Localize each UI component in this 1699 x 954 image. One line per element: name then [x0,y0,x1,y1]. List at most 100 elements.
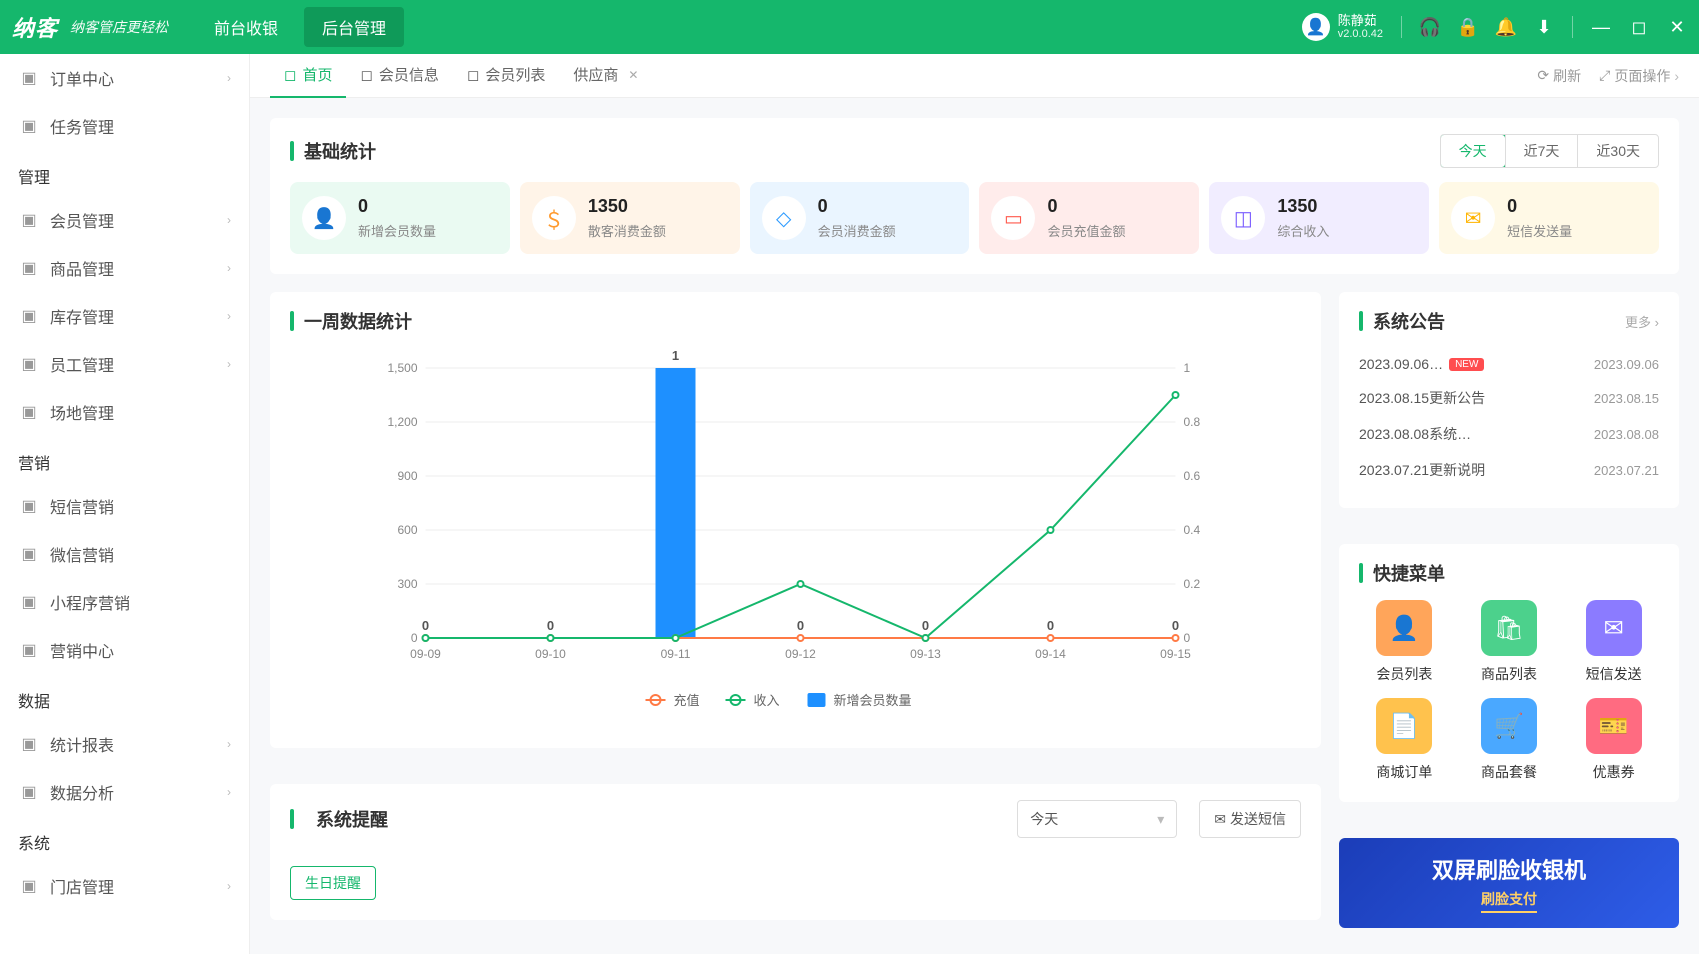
sidebar-item-center[interactable]: ▣ 营销中心 [0,626,249,674]
tab-会员信息[interactable]: ◻ 会员信息 [346,54,452,98]
sidebar-item-task[interactable]: ▣ 任务管理 [0,102,249,150]
divider [1401,16,1402,38]
app-header: 纳客 纳客管店更轻松 前台收银 后台管理 👤 陈静茹 v2.0.0.42 🎧 🔒… [0,0,1699,54]
download-icon[interactable]: ⬇ [1534,17,1554,37]
svg-text:600: 600 [397,523,417,537]
svg-text:0: 0 [1047,618,1054,633]
svg-text:新增会员数量: 新增会员数量 [834,693,912,708]
support-icon[interactable]: 🎧 [1420,17,1440,37]
tab-首页[interactable]: ◻ 首页 [270,54,346,98]
user-block[interactable]: 👤 陈静茹 v2.0.0.42 [1302,13,1383,42]
svg-text:0: 0 [422,618,429,633]
svg-text:充值: 充值 [674,693,700,708]
content-scroll[interactable]: 基础统计 今天 近7天 近30天 👤 0 新增会员数量 ＄ 1350 散客消费金… [250,98,1699,954]
chevron-right-icon: › [227,879,231,893]
tab-label: 会员列表 [485,64,545,85]
notice-item[interactable]: 2023.09.06… NEW 2023.09.06 [1359,348,1659,380]
bell-icon[interactable]: 🔔 [1496,17,1516,37]
notice-title: 系统公告 [1373,308,1445,334]
svg-text:09-15: 09-15 [1160,647,1191,661]
quick-purple[interactable]: ✉ 短信发送 [1568,600,1659,684]
page-ops-button[interactable]: ⤢页面操作› [1599,66,1679,86]
stat-icon: 👤 [302,196,346,240]
sidebar-item-sms[interactable]: ▣ 短信营销 [0,482,249,530]
stat-card-purple: ◫ 1350 综合收入 [1209,182,1429,254]
promo-banner[interactable]: 双屏刷脸收银机 刷脸支付 [1339,838,1679,928]
quick-green[interactable]: 🛍 商品列表 [1464,600,1555,684]
svg-text:09-10: 09-10 [535,647,566,661]
stat-value: 1350 [588,196,666,217]
sidebar-item-member[interactable]: ▣ 会员管理 › [0,196,249,244]
quick-label: 商品套餐 [1481,762,1537,782]
sidebar-item-store[interactable]: ▣ 门店管理 › [0,862,249,910]
refresh-button[interactable]: ⟳刷新 [1537,66,1581,86]
member-icon: ▣ [18,209,40,231]
quick-yellow[interactable]: 📄 商城订单 [1359,698,1450,782]
stat-label: 会员消费金额 [818,221,896,240]
home-icon: ◻ [284,66,296,84]
sidebar-item-wechat[interactable]: ▣ 微信营销 [0,530,249,578]
stat-icon: ▭ [991,196,1035,240]
quick-blue[interactable]: 🛒 商品套餐 [1464,698,1555,782]
sidebar-item-report[interactable]: ▣ 统计报表 › [0,720,249,768]
page-ops-icon: ⤢ [1599,67,1610,84]
quick-icon: 🛍 [1481,600,1537,656]
stat-label: 综合收入 [1277,221,1329,240]
tab-label: 首页 [302,64,332,85]
close-icon[interactable]: ✕ [628,68,638,82]
tab-会员列表[interactable]: ◻ 会员列表 [453,54,559,98]
quick-pink[interactable]: 🎫 优惠券 [1568,698,1659,782]
seg-30d[interactable]: 近30天 [1577,135,1658,167]
logo-text: 纳客 [12,11,58,43]
minimize-icon[interactable]: — [1591,17,1611,37]
maximize-icon[interactable]: ◻ [1629,17,1649,37]
sidebar-item-label: 小程序营销 [50,590,130,614]
top-tab-pos[interactable]: 前台收银 [196,7,296,47]
app-version: v2.0.0.42 [1338,28,1383,41]
sidebar-item-analysis[interactable]: ▣ 数据分析 › [0,768,249,816]
notice-item[interactable]: 2023.07.21更新说明 2023.07.21 [1359,452,1659,488]
svg-text:0: 0 [547,618,554,633]
svg-text:1,500: 1,500 [387,361,417,375]
stock-icon: ▣ [18,305,40,327]
sidebar-item-label: 营销中心 [50,638,114,662]
seg-7d[interactable]: 近7天 [1505,135,1578,167]
sidebar-item-order[interactable]: ▣ 订单中心 › [0,54,249,102]
sidebar-item-label: 商品管理 [50,256,114,280]
tab-供应商[interactable]: 供应商 ✕ [559,54,652,98]
sidebar-item-stock[interactable]: ▣ 库存管理 › [0,292,249,340]
chevron-right-icon: › [227,357,231,371]
top-tab-admin[interactable]: 后台管理 [304,7,404,47]
task-icon: ▣ [18,115,40,137]
notice-item[interactable]: 2023.08.08系统… 2023.08.08 [1359,416,1659,452]
sidebar-item-staff[interactable]: ▣ 员工管理 › [0,340,249,388]
notice-item[interactable]: 2023.08.15更新公告 2023.08.15 [1359,380,1659,416]
quick-orange[interactable]: 👤 会员列表 [1359,600,1450,684]
user-name: 陈静茹 [1338,13,1383,29]
sidebar-item-label: 门店管理 [50,874,114,898]
sidebar-group: 系统 [0,816,249,862]
sidebar-item-product[interactable]: ▣ 商品管理 › [0,244,249,292]
ad-sub: 刷脸支付 [1481,889,1537,913]
sidebar-item-mini[interactable]: ▣ 小程序营销 [0,578,249,626]
sidebar-item-label: 微信营销 [50,542,114,566]
send-sms-button[interactable]: ✉ 发送短信 [1199,800,1301,838]
svg-text:300: 300 [397,577,417,591]
slogan-text: 纳客管店更轻松 [70,17,168,37]
quick-panel: 快捷菜单 👤 会员列表 🛍 商品列表 ✉ 短信发送 📄 商城订单 🛒 商品套餐 … [1339,544,1679,802]
remind-tab-birthday[interactable]: 生日提醒 [290,866,376,900]
notice-date: 2023.07.21 [1594,463,1659,478]
lock-icon[interactable]: 🔒 [1458,17,1478,37]
sidebar-item-venue[interactable]: ▣ 场地管理 [0,388,249,436]
notice-more[interactable]: 更多 › [1625,312,1659,331]
remind-title: 系统提醒 [316,806,388,832]
notice-text: 2023.07.21更新说明 [1359,460,1485,480]
remind-period-select[interactable]: 今天 ▾ [1017,800,1177,838]
chevron-right-icon: › [227,71,231,85]
seg-today[interactable]: 今天 [1440,134,1506,168]
header-left: 纳客 纳客管店更轻松 前台收银 后台管理 [12,7,404,47]
close-icon[interactable]: ✕ [1667,17,1687,37]
stat-value: 0 [358,196,436,217]
stat-value: 0 [1047,196,1125,217]
user-icon: ◻ [360,66,372,84]
